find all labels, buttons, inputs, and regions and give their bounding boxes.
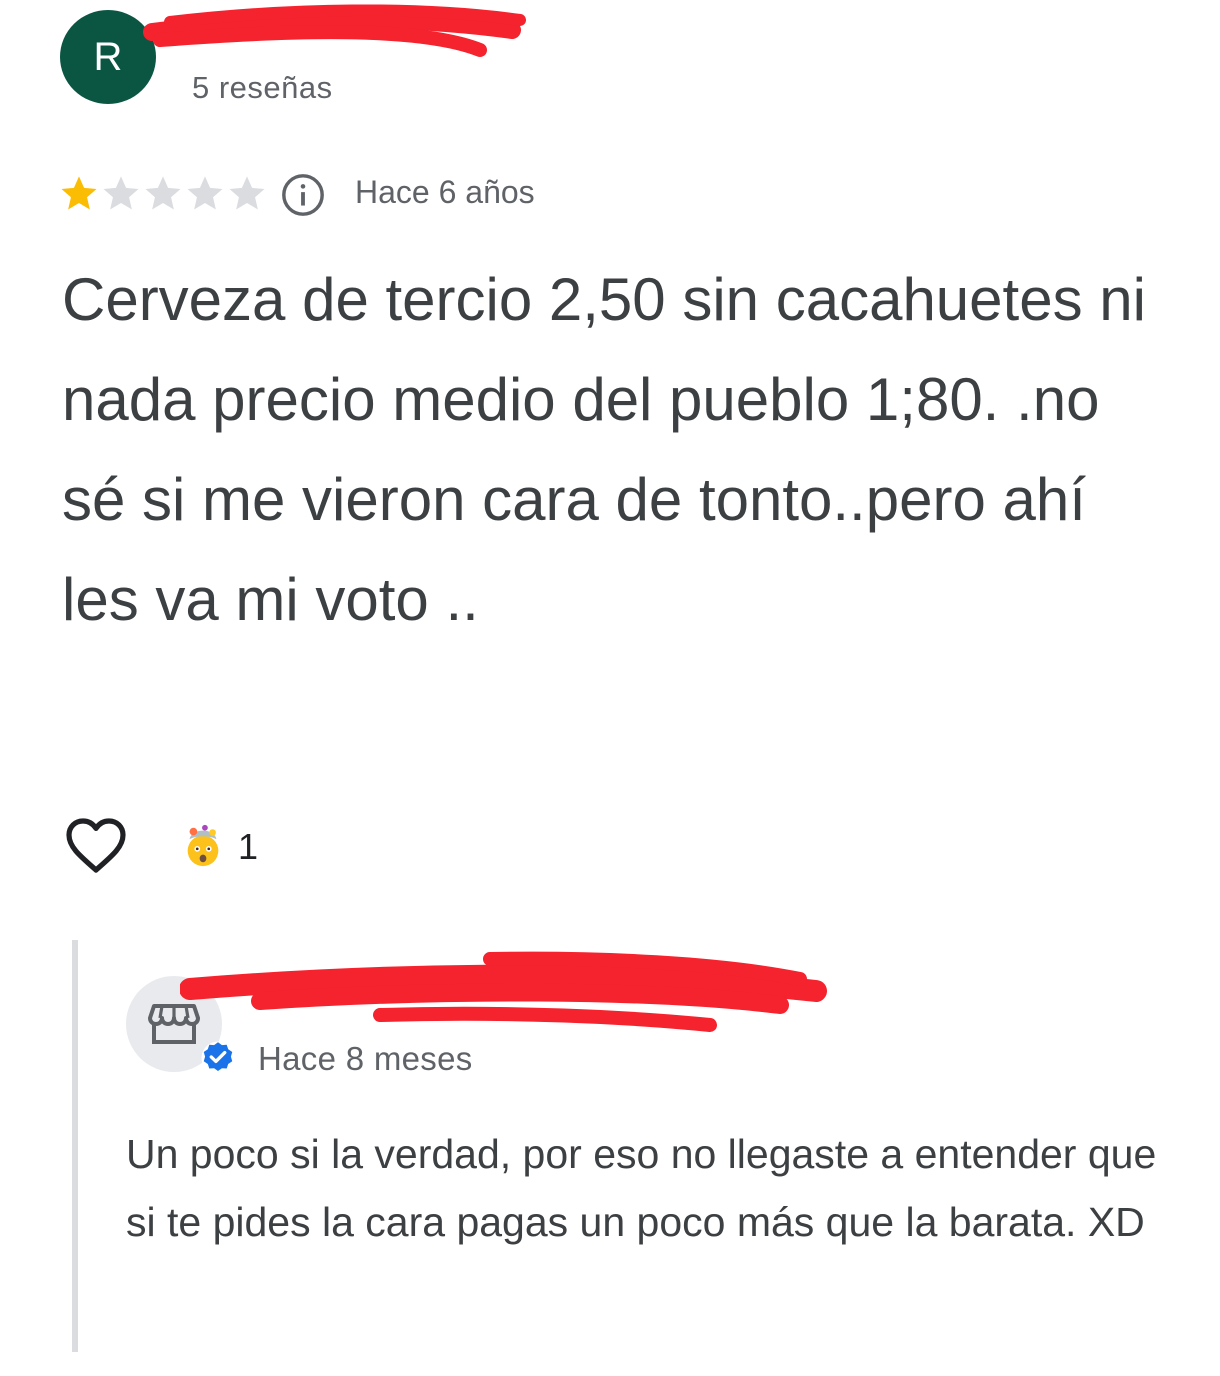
reviewer-name-redaction [143, 4, 526, 57]
reply-divider [72, 940, 78, 1352]
star-rating [58, 172, 268, 214]
reaction-count: 1 [238, 826, 259, 867]
review-count[interactable]: 5 reseñas [192, 70, 333, 106]
storefront-icon [148, 1004, 200, 1044]
review-time: Hace 6 años [355, 174, 535, 210]
heart-icon[interactable] [64, 816, 128, 876]
owner-name-redaction [180, 951, 827, 1032]
reviewer-avatar[interactable]: R [60, 10, 156, 104]
star-empty-icon [229, 176, 265, 210]
reply-text: Un poco si la verdad, por eso no llegast… [126, 1131, 1157, 1245]
star-empty-icon [187, 176, 223, 210]
reply-time: Hace 8 meses [258, 1040, 473, 1077]
exploding-head-icon[interactable] [180, 822, 226, 868]
review-text: Cerveza de tercio 2,50 sin cacahuetes ni… [62, 266, 1146, 633]
star-empty-icon [103, 176, 139, 210]
verified-badge-icon [201, 1041, 235, 1075]
star-filled-icon [61, 176, 97, 210]
info-icon[interactable] [280, 172, 326, 218]
star-empty-icon [145, 176, 181, 210]
avatar-letter: R [93, 34, 123, 79]
